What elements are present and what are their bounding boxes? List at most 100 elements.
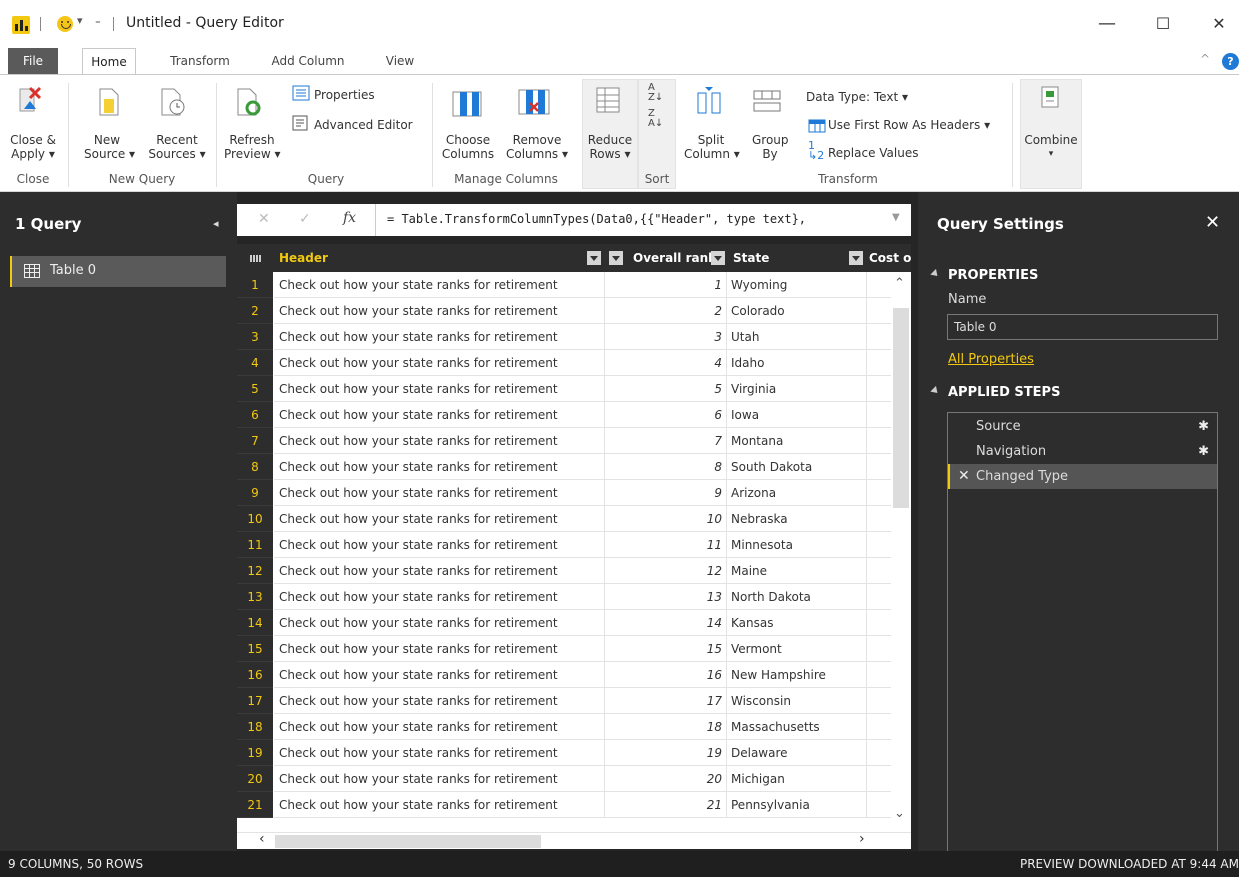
cell-state[interactable]: Utah bbox=[727, 324, 867, 350]
remove-columns-button[interactable]: Remove Columns ▾ bbox=[504, 133, 570, 161]
sort-ascending-icon[interactable]: A Z↓ bbox=[648, 83, 663, 103]
quick-access-customize-icon[interactable]: ₌ bbox=[95, 14, 101, 27]
scroll-right-icon[interactable]: › bbox=[859, 831, 865, 847]
row-number[interactable]: 9 bbox=[237, 480, 273, 506]
row-number[interactable]: 2 bbox=[237, 298, 273, 324]
cell-header[interactable]: Check out how your state ranks for retir… bbox=[274, 662, 605, 688]
cell-state[interactable]: Wyoming bbox=[727, 272, 867, 298]
query-item-table-0[interactable]: Table 0 bbox=[10, 256, 226, 287]
applied-steps-heading[interactable]: APPLIED STEPS bbox=[932, 385, 1060, 400]
table-row[interactable]: 13 Check out how your state ranks for ret… bbox=[237, 584, 911, 610]
row-number[interactable]: 3 bbox=[237, 324, 273, 350]
refresh-preview-button[interactable]: Refresh Preview ▾ bbox=[224, 133, 281, 161]
minimize-button[interactable]: — bbox=[1087, 6, 1127, 42]
cell-overall-rank[interactable]: 4 bbox=[605, 350, 727, 376]
table-row[interactable]: 20 Check out how your state ranks for ret… bbox=[237, 766, 911, 792]
cell-state[interactable]: Virginia bbox=[727, 376, 867, 402]
cell-overall-rank[interactable]: 13 bbox=[605, 584, 727, 610]
table-row[interactable]: 4 Check out how your state ranks for reti… bbox=[237, 350, 911, 376]
cell-overall-rank[interactable]: 16 bbox=[605, 662, 727, 688]
tab-transform[interactable]: Transform bbox=[160, 48, 240, 74]
tab-home[interactable]: Home bbox=[82, 48, 136, 74]
cell-overall-rank[interactable]: 2 bbox=[605, 298, 727, 324]
combine-button[interactable]: Combine ▾ bbox=[1022, 133, 1080, 161]
cell-header[interactable]: Check out how your state ranks for retir… bbox=[274, 610, 605, 636]
row-number[interactable]: 14 bbox=[237, 610, 273, 636]
cell-header[interactable]: Check out how your state ranks for retir… bbox=[274, 636, 605, 662]
horizontal-scroll-thumb[interactable] bbox=[275, 835, 541, 848]
cell-overall-rank[interactable]: 12 bbox=[605, 558, 727, 584]
maximize-button[interactable]: ☐ bbox=[1143, 6, 1183, 42]
sort-descending-icon[interactable]: Z A↓ bbox=[648, 109, 663, 129]
data-type-dropdown[interactable]: Data Type: Text ▾ bbox=[806, 89, 908, 105]
split-column-button[interactable]: Split Column ▾ bbox=[684, 133, 740, 161]
cell-header[interactable]: Check out how your state ranks for retir… bbox=[274, 506, 605, 532]
column-header-state[interactable]: State bbox=[733, 244, 769, 272]
row-number[interactable]: 19 bbox=[237, 740, 273, 766]
row-number[interactable]: 7 bbox=[237, 428, 273, 454]
cell-header[interactable]: Check out how your state ranks for retir… bbox=[274, 272, 605, 298]
cell-header[interactable]: Check out how your state ranks for retir… bbox=[274, 688, 605, 714]
table-row[interactable]: 2 Check out how your state ranks for reti… bbox=[237, 298, 911, 324]
cell-state[interactable]: Maine bbox=[727, 558, 867, 584]
row-number[interactable]: 13 bbox=[237, 584, 273, 610]
row-number[interactable]: 12 bbox=[237, 558, 273, 584]
table-row[interactable]: 18 Check out how your state ranks for ret… bbox=[237, 714, 911, 740]
row-number[interactable]: 6 bbox=[237, 402, 273, 428]
fx-icon[interactable]: fx bbox=[343, 210, 356, 226]
cell-overall-rank[interactable]: 9 bbox=[605, 480, 727, 506]
cell-header[interactable]: Check out how your state ranks for retir… bbox=[274, 454, 605, 480]
step-source[interactable]: Source ✱ bbox=[948, 414, 1217, 439]
collapse-queries-icon[interactable]: ◂ bbox=[213, 217, 219, 230]
cell-state[interactable]: North Dakota bbox=[727, 584, 867, 610]
row-number[interactable]: 4 bbox=[237, 350, 273, 376]
cell-state[interactable]: Minnesota bbox=[727, 532, 867, 558]
cell-header[interactable]: Check out how your state ranks for retir… bbox=[274, 298, 605, 324]
table-row[interactable]: 5 Check out how your state ranks for reti… bbox=[237, 376, 911, 402]
cell-state[interactable]: Kansas bbox=[727, 610, 867, 636]
delete-step-icon[interactable]: ✕ bbox=[958, 464, 970, 489]
cancel-formula-icon[interactable]: ✕ bbox=[258, 211, 270, 227]
group-by-button[interactable]: Group By bbox=[752, 133, 789, 161]
properties-button[interactable]: Properties bbox=[314, 87, 375, 103]
column-header-cost-of[interactable]: Cost of bbox=[869, 244, 911, 272]
cell-overall-rank[interactable]: 14 bbox=[605, 610, 727, 636]
cell-header[interactable]: Check out how your state ranks for retir… bbox=[274, 740, 605, 766]
cell-header[interactable]: Check out how your state ranks for retir… bbox=[274, 324, 605, 350]
cell-state[interactable]: Colorado bbox=[727, 298, 867, 324]
column-filter-header-icon[interactable] bbox=[587, 251, 601, 265]
cell-header[interactable]: Check out how your state ranks for retir… bbox=[274, 532, 605, 558]
column-header-header[interactable]: Header bbox=[279, 244, 328, 272]
cell-header[interactable]: Check out how your state ranks for retir… bbox=[274, 350, 605, 376]
cell-overall-rank[interactable]: 18 bbox=[605, 714, 727, 740]
cell-overall-rank[interactable]: 17 bbox=[605, 688, 727, 714]
cell-state[interactable]: Pennsylvania bbox=[727, 792, 867, 818]
close-window-button[interactable]: ✕ bbox=[1199, 6, 1239, 42]
column-header-overall-rank[interactable]: Overall rank bbox=[633, 244, 716, 272]
table-row[interactable]: 3 Check out how your state ranks for reti… bbox=[237, 324, 911, 350]
cell-state[interactable]: Vermont bbox=[727, 636, 867, 662]
tab-file[interactable]: File bbox=[8, 48, 58, 74]
cell-header[interactable]: Check out how your state ranks for retir… bbox=[274, 792, 605, 818]
table-row[interactable]: 19 Check out how your state ranks for ret… bbox=[237, 740, 911, 766]
row-number[interactable]: 8 bbox=[237, 454, 273, 480]
table-row[interactable]: 12 Check out how your state ranks for ret… bbox=[237, 558, 911, 584]
horizontal-scrollbar[interactable]: ‹ › bbox=[237, 831, 911, 849]
scroll-left-icon[interactable]: ‹ bbox=[259, 831, 265, 847]
cell-state[interactable]: Idaho bbox=[727, 350, 867, 376]
table-row[interactable]: 17 Check out how your state ranks for ret… bbox=[237, 688, 911, 714]
tab-add-column[interactable]: Add Column bbox=[262, 48, 354, 74]
cell-overall-rank[interactable]: 15 bbox=[605, 636, 727, 662]
query-name-input[interactable]: Table 0 bbox=[947, 314, 1218, 340]
row-number[interactable]: 20 bbox=[237, 766, 273, 792]
cell-overall-rank[interactable]: 1 bbox=[605, 272, 727, 298]
cell-header[interactable]: Check out how your state ranks for retir… bbox=[274, 766, 605, 792]
cell-header[interactable]: Check out how your state ranks for retir… bbox=[274, 480, 605, 506]
smiley-dropdown-icon[interactable]: ▾ bbox=[77, 14, 83, 27]
collapse-ribbon-icon[interactable]: ^ bbox=[1200, 52, 1210, 66]
table-row[interactable]: 1 Check out how your state ranks for reti… bbox=[237, 272, 911, 298]
cell-overall-rank[interactable]: 6 bbox=[605, 402, 727, 428]
vertical-scroll-thumb[interactable] bbox=[893, 308, 909, 508]
cell-state[interactable]: Michigan bbox=[727, 766, 867, 792]
feedback-smiley-icon[interactable] bbox=[57, 16, 73, 32]
